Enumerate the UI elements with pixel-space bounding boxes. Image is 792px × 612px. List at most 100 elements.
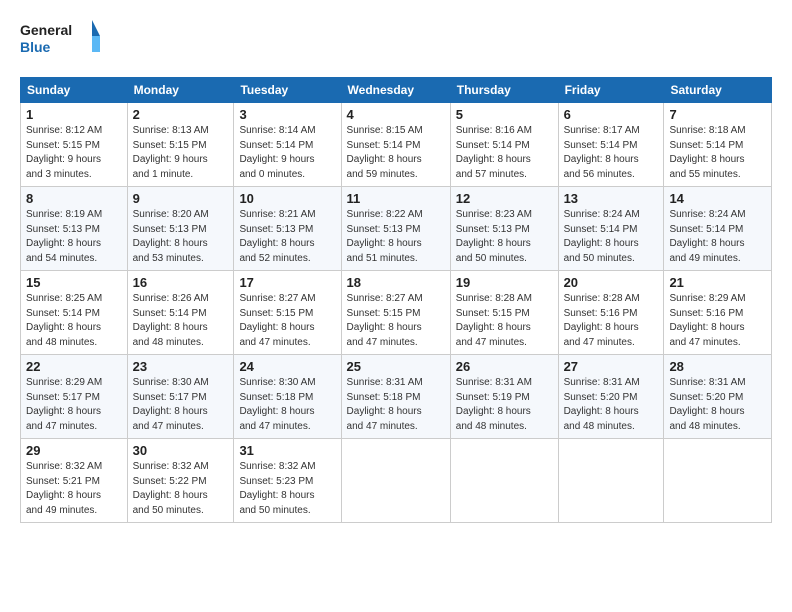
calendar-header: SundayMondayTuesdayWednesdayThursdayFrid… <box>21 78 772 103</box>
day-info: Sunrise: 8:31 AM Sunset: 5:20 PM Dayligh… <box>669 376 766 434</box>
week-row-3: 15 Sunrise: 8:25 AM Sunset: 5:14 PM Dayli… <box>21 271 772 355</box>
day-info: Sunrise: 8:12 AM Sunset: 5:15 PM Dayligh… <box>26 124 122 182</box>
day-info: Sunrise: 8:13 AM Sunset: 5:15 PM Dayligh… <box>133 124 229 182</box>
day-number: 3 <box>239 107 335 122</box>
day-cell-7: 7 Sunrise: 8:18 AM Sunset: 5:14 PM Daylig… <box>664 103 772 187</box>
day-number: 29 <box>26 443 122 458</box>
day-number: 7 <box>669 107 766 122</box>
week-row-2: 8Sunrise: 8:19 AM Sunset: 5:13 PM Daylig… <box>21 187 772 271</box>
day-number: 6 <box>564 107 659 122</box>
day-number: 13 <box>564 191 659 206</box>
week-row-1: 1Sunrise: 8:12 AM Sunset: 5:15 PM Daylig… <box>21 103 772 187</box>
day-cell-9: 9 Sunrise: 8:20 AM Sunset: 5:13 PM Daylig… <box>127 187 234 271</box>
day-number: 22 <box>26 359 122 374</box>
day-info: Sunrise: 8:25 AM Sunset: 5:14 PM Dayligh… <box>26 292 122 350</box>
day-info: Sunrise: 8:18 AM Sunset: 5:14 PM Dayligh… <box>669 124 766 182</box>
day-number: 15 <box>26 275 122 290</box>
day-number: 11 <box>347 191 445 206</box>
day-cell-4: 4 Sunrise: 8:15 AM Sunset: 5:14 PM Daylig… <box>341 103 450 187</box>
weekday-header-wednesday: Wednesday <box>341 78 450 103</box>
day-cell-29: 29 Sunrise: 8:32 AM Sunset: 5:21 PM Dayli… <box>21 439 128 523</box>
day-cell-2: 2 Sunrise: 8:13 AM Sunset: 5:15 PM Daylig… <box>127 103 234 187</box>
day-cell-26: 26 Sunrise: 8:31 AM Sunset: 5:19 PM Dayli… <box>450 355 558 439</box>
day-cell-23: 23Sunrise: 8:30 AM Sunset: 5:17 PM Dayli… <box>127 355 234 439</box>
day-number: 10 <box>239 191 335 206</box>
week-row-4: 22 Sunrise: 8:29 AM Sunset: 5:17 PM Dayli… <box>21 355 772 439</box>
page: General Blue SundayMondayTuesdayWednesda… <box>0 0 792 612</box>
day-number: 14 <box>669 191 766 206</box>
day-info: Sunrise: 8:14 AM Sunset: 5:14 PM Dayligh… <box>239 124 335 182</box>
day-number: 20 <box>564 275 659 290</box>
day-cell-3: 3 Sunrise: 8:14 AM Sunset: 5:14 PM Daylig… <box>234 103 341 187</box>
day-cell-12: 12 Sunrise: 8:23 AM Sunset: 5:13 PM Dayli… <box>450 187 558 271</box>
day-cell-22: 22 Sunrise: 8:29 AM Sunset: 5:17 PM Dayli… <box>21 355 128 439</box>
weekday-row: SundayMondayTuesdayWednesdayThursdayFrid… <box>21 78 772 103</box>
day-number: 27 <box>564 359 659 374</box>
day-number: 8 <box>26 191 122 206</box>
svg-text:General: General <box>20 22 72 38</box>
empty-cell <box>341 439 450 523</box>
day-number: 4 <box>347 107 445 122</box>
weekday-header-monday: Monday <box>127 78 234 103</box>
day-info: Sunrise: 8:24 AM Sunset: 5:14 PM Dayligh… <box>669 208 766 266</box>
logo: General Blue <box>20 18 100 67</box>
day-info: Sunrise: 8:30 AM Sunset: 5:18 PM Dayligh… <box>239 376 335 434</box>
weekday-header-tuesday: Tuesday <box>234 78 341 103</box>
day-info: Sunrise: 8:30 AM Sunset: 5:17 PM Dayligh… <box>133 376 229 434</box>
day-cell-31: 31 Sunrise: 8:32 AM Sunset: 5:23 PM Dayli… <box>234 439 341 523</box>
weekday-header-sunday: Sunday <box>21 78 128 103</box>
day-number: 26 <box>456 359 553 374</box>
day-info: Sunrise: 8:24 AM Sunset: 5:14 PM Dayligh… <box>564 208 659 266</box>
logo-svg: General Blue <box>20 18 100 67</box>
header: General Blue <box>20 18 772 67</box>
day-number: 2 <box>133 107 229 122</box>
empty-cell <box>558 439 664 523</box>
day-info: Sunrise: 8:22 AM Sunset: 5:13 PM Dayligh… <box>347 208 445 266</box>
day-info: Sunrise: 8:17 AM Sunset: 5:14 PM Dayligh… <box>564 124 659 182</box>
empty-cell <box>664 439 772 523</box>
day-cell-21: 21 Sunrise: 8:29 AM Sunset: 5:16 PM Dayli… <box>664 271 772 355</box>
day-cell-25: 25 Sunrise: 8:31 AM Sunset: 5:18 PM Dayli… <box>341 355 450 439</box>
day-cell-14: 14 Sunrise: 8:24 AM Sunset: 5:14 PM Dayli… <box>664 187 772 271</box>
day-number: 31 <box>239 443 335 458</box>
day-info: Sunrise: 8:15 AM Sunset: 5:14 PM Dayligh… <box>347 124 445 182</box>
day-number: 12 <box>456 191 553 206</box>
day-info: Sunrise: 8:20 AM Sunset: 5:13 PM Dayligh… <box>133 208 229 266</box>
day-number: 18 <box>347 275 445 290</box>
day-number: 30 <box>133 443 229 458</box>
day-info: Sunrise: 8:31 AM Sunset: 5:19 PM Dayligh… <box>456 376 553 434</box>
empty-cell <box>450 439 558 523</box>
day-number: 16 <box>133 275 229 290</box>
day-cell-27: 27 Sunrise: 8:31 AM Sunset: 5:20 PM Dayli… <box>558 355 664 439</box>
day-info: Sunrise: 8:31 AM Sunset: 5:20 PM Dayligh… <box>564 376 659 434</box>
svg-text:Blue: Blue <box>20 39 51 55</box>
week-row-5: 29 Sunrise: 8:32 AM Sunset: 5:21 PM Dayli… <box>21 439 772 523</box>
day-info: Sunrise: 8:29 AM Sunset: 5:17 PM Dayligh… <box>26 376 122 434</box>
calendar-body: 1Sunrise: 8:12 AM Sunset: 5:15 PM Daylig… <box>21 103 772 523</box>
day-cell-24: 24 Sunrise: 8:30 AM Sunset: 5:18 PM Dayli… <box>234 355 341 439</box>
day-info: Sunrise: 8:23 AM Sunset: 5:13 PM Dayligh… <box>456 208 553 266</box>
day-info: Sunrise: 8:29 AM Sunset: 5:16 PM Dayligh… <box>669 292 766 350</box>
day-number: 25 <box>347 359 445 374</box>
day-cell-8: 8Sunrise: 8:19 AM Sunset: 5:13 PM Daylig… <box>21 187 128 271</box>
day-info: Sunrise: 8:21 AM Sunset: 5:13 PM Dayligh… <box>239 208 335 266</box>
day-cell-13: 13 Sunrise: 8:24 AM Sunset: 5:14 PM Dayli… <box>558 187 664 271</box>
day-number: 17 <box>239 275 335 290</box>
day-number: 5 <box>456 107 553 122</box>
day-number: 21 <box>669 275 766 290</box>
day-info: Sunrise: 8:31 AM Sunset: 5:18 PM Dayligh… <box>347 376 445 434</box>
day-number: 24 <box>239 359 335 374</box>
day-info: Sunrise: 8:32 AM Sunset: 5:22 PM Dayligh… <box>133 460 229 518</box>
day-cell-19: 19Sunrise: 8:28 AM Sunset: 5:15 PM Dayli… <box>450 271 558 355</box>
day-cell-1: 1Sunrise: 8:12 AM Sunset: 5:15 PM Daylig… <box>21 103 128 187</box>
weekday-header-thursday: Thursday <box>450 78 558 103</box>
logo-image: General Blue <box>20 18 100 62</box>
day-info: Sunrise: 8:32 AM Sunset: 5:23 PM Dayligh… <box>239 460 335 518</box>
day-info: Sunrise: 8:32 AM Sunset: 5:21 PM Dayligh… <box>26 460 122 518</box>
day-info: Sunrise: 8:27 AM Sunset: 5:15 PM Dayligh… <box>239 292 335 350</box>
day-number: 9 <box>133 191 229 206</box>
day-cell-16: 16Sunrise: 8:26 AM Sunset: 5:14 PM Dayli… <box>127 271 234 355</box>
day-info: Sunrise: 8:28 AM Sunset: 5:15 PM Dayligh… <box>456 292 553 350</box>
day-cell-15: 15 Sunrise: 8:25 AM Sunset: 5:14 PM Dayli… <box>21 271 128 355</box>
day-cell-20: 20Sunrise: 8:28 AM Sunset: 5:16 PM Dayli… <box>558 271 664 355</box>
